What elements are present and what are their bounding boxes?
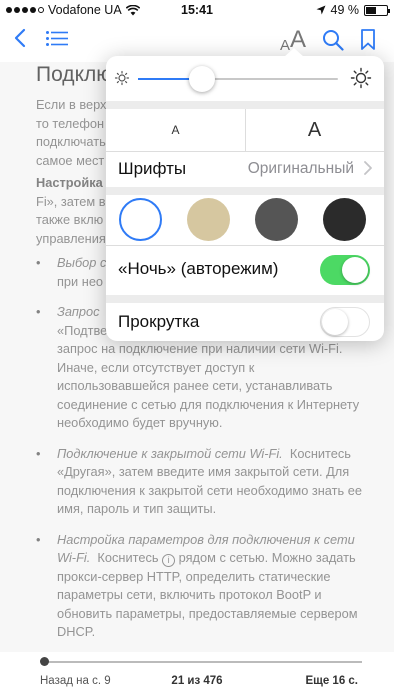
bookmark-icon [361,29,375,50]
theme-picker [106,195,384,245]
size-divider [245,109,246,151]
fonts-row[interactable]: Шрифты Оригинальный [106,151,384,187]
increase-font-size-button[interactable]: A [245,109,384,151]
location-icon [316,5,325,15]
theme-white-button[interactable] [119,198,162,241]
scrolling-toggle[interactable] [320,307,370,337]
status-right: 49 % [316,3,390,17]
scrubber-handle[interactable] [40,657,49,666]
theme-gray-button[interactable] [255,198,298,241]
fonts-value: Оригинальный [247,160,354,177]
table-of-contents-button[interactable] [46,31,68,51]
bookmark-button[interactable] [361,29,375,55]
fonts-label: Шрифты [118,159,187,178]
brightness-low-icon [114,70,130,86]
scrolling-label: Прокрутка [118,312,200,331]
status-bar: Vodafone UA 15:41 49 % [0,0,394,20]
appearance-popover: A A Шрифты Оригинальный «Ночь» (авторежи… [106,48,384,341]
brightness-slider-thumb[interactable] [189,66,215,92]
brightness-high-icon [350,67,372,89]
page-footer: Назад на с. 9 21 из 476 Еще 16 с. [0,652,394,700]
section-separator [106,187,384,195]
list-icon [46,31,68,46]
brightness-slider[interactable] [138,66,338,92]
search-button[interactable] [322,29,344,56]
theme-night-button[interactable] [323,198,366,241]
search-icon [323,30,344,51]
auto-night-toggle[interactable] [320,255,370,285]
brightness-row [106,56,384,101]
battery-icon [364,4,390,16]
theme-sepia-button[interactable] [187,198,230,241]
page-scrubber[interactable] [40,657,362,666]
decrease-font-size-button[interactable]: A [106,109,245,151]
auto-night-row: «Ночь» (авторежим) [106,245,384,295]
battery-percent: 49 % [330,3,360,17]
section-separator [106,101,384,109]
auto-night-label: «Ночь» (авторежим) [118,259,279,278]
scrolling-row: Прокрутка [106,303,384,341]
chevron-right-icon [364,161,372,175]
chevron-left-icon [14,28,26,48]
back-button[interactable] [14,28,26,53]
pages-remaining: Еще 16 с. [305,675,358,687]
section-separator [106,295,384,303]
